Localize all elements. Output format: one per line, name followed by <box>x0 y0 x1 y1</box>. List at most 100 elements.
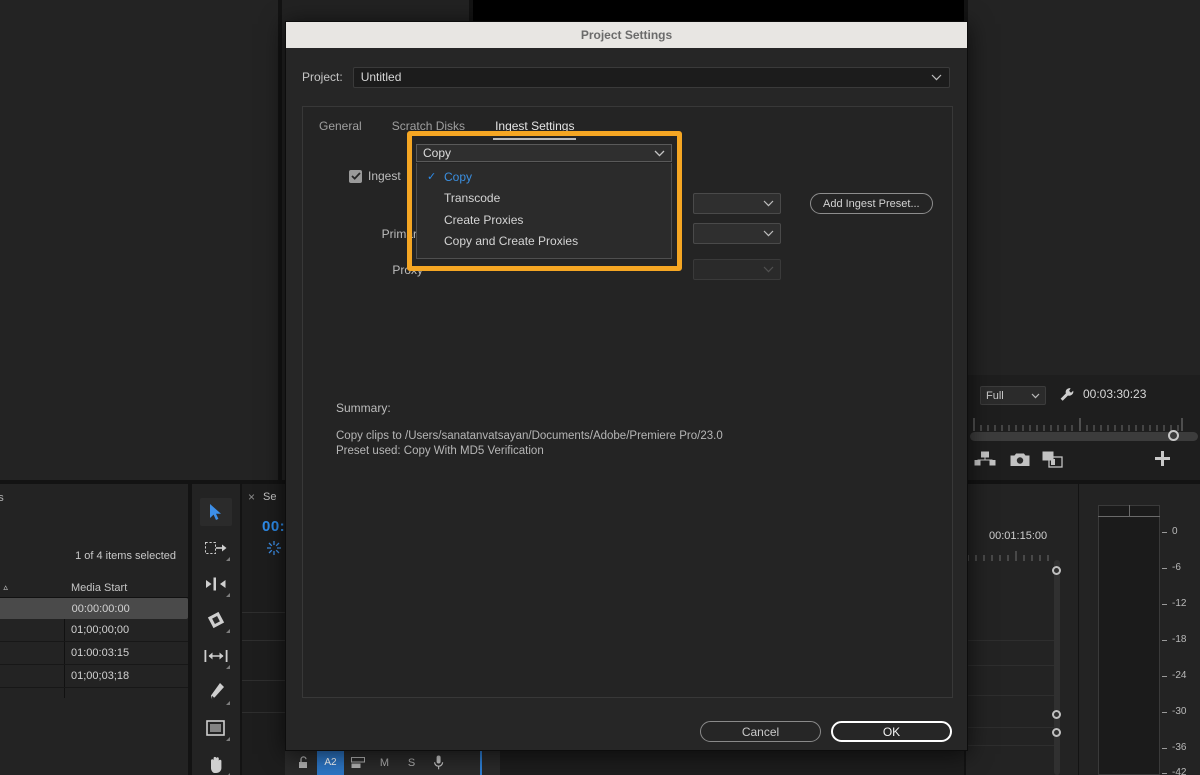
playback-resolution-dropdown[interactable]: Full <box>980 386 1046 405</box>
cell-media-start: 01;00;03;18 <box>71 670 130 682</box>
hand-tool[interactable] <box>200 750 232 775</box>
rolling-edit-tool[interactable] <box>200 606 232 634</box>
bin-table: e Rate ▵ Media Start fps 00:00:00:00 0 H… <box>0 578 188 688</box>
ingest-type-dropdown-trigger[interactable]: Copy <box>416 144 672 162</box>
source-monitor-ruler[interactable] <box>970 418 1198 432</box>
chevron-down-icon <box>763 266 774 273</box>
dialog-title-bar[interactable]: Project Settings <box>286 22 967 48</box>
meter-label: -24 <box>1172 670 1187 681</box>
timeline-right-ruler[interactable] <box>966 548 1076 561</box>
bin-tab-label[interactable]: ries <box>0 492 4 504</box>
track-divider <box>966 640 1056 641</box>
track-divider <box>966 745 1056 746</box>
summary-heading: Summary: <box>336 401 391 415</box>
lock-track-icon[interactable] <box>290 750 317 775</box>
page-title: Project Settings <box>580 28 673 42</box>
audio-track-header: A2 M S <box>290 750 452 775</box>
dropdown-option-transcode[interactable]: Transcode <box>417 188 671 210</box>
export-frame-icon[interactable] <box>974 451 996 473</box>
source-duration-timecode[interactable]: 00:03:30:23 <box>1083 387 1146 401</box>
proxy-destination-dropdown[interactable] <box>693 259 781 280</box>
meter-label: -36 <box>1172 742 1187 753</box>
meter-label: -6 <box>1172 562 1181 573</box>
timeline-vertical-scrollbar[interactable] <box>1054 560 1060 775</box>
dropdown-option-copy-and-create-proxies[interactable]: Copy and Create Proxies <box>417 231 671 253</box>
dropdown-option-label: Copy <box>444 169 473 184</box>
summary-text: Copy clips to /Users/sanatanvatsayan/Doc… <box>336 429 723 459</box>
bin-column-header-rate[interactable]: e Rate ▵ <box>0 582 65 594</box>
ingest-checkbox[interactable] <box>349 169 362 183</box>
track-select-forward-tool[interactable] <box>200 534 232 562</box>
meter-label: -18 <box>1172 634 1187 645</box>
project-dropdown[interactable]: Untitled <box>352 66 950 88</box>
audio-meter-scale: 0 -6 -12 -18 -24 -30 -36 -42 <box>1162 505 1200 775</box>
selection-tool[interactable] <box>200 498 232 526</box>
dialog-button-row: Cancel OK <box>286 721 969 742</box>
tabs-bar: General Scratch Disks Ingest Settings <box>303 107 952 140</box>
ingest-checkbox-row[interactable]: Ingest <box>349 169 401 183</box>
tab-general[interactable]: General <box>319 119 362 140</box>
scrollbar-handle-mid[interactable] <box>1052 710 1061 719</box>
summary-line-1: Copy clips to /Users/sanatanvatsayan/Doc… <box>336 430 723 442</box>
table-row[interactable]: 0 Hz 01;00;00;00 <box>0 619 188 642</box>
cell-rate: 0 Hz <box>0 647 65 659</box>
cell-rate: fps <box>0 603 66 615</box>
bin-selection-status: 1 of 4 items selected <box>75 550 176 562</box>
bin-table-header: e Rate ▵ Media Start <box>0 578 188 598</box>
chevron-down-icon <box>654 150 665 157</box>
tab-scratch-disks[interactable]: Scratch Disks <box>392 119 465 140</box>
audio-meter-bars[interactable] <box>1098 505 1160 775</box>
multi-camera-icon[interactable] <box>1042 451 1063 473</box>
microphone-icon[interactable] <box>425 750 452 775</box>
table-row[interactable]: 0 Hz 01:00:03:15 <box>0 642 188 665</box>
rectangle-tool[interactable] <box>200 714 232 742</box>
meter-label: -42 <box>1172 767 1187 775</box>
zoom-handle-right[interactable] <box>1168 430 1179 441</box>
dropdown-option-label: Copy and Create Proxies <box>444 234 579 249</box>
add-button-icon[interactable] <box>1154 450 1171 472</box>
timeline-ruler-timecode: 00:01:15:00 <box>989 530 1048 542</box>
cancel-button[interactable]: Cancel <box>700 721 821 742</box>
timeline-playhead[interactable] <box>480 748 482 775</box>
checkmark-icon: ✓ <box>427 171 437 184</box>
sort-ascending-icon: ▵ <box>3 582 8 592</box>
dropdown-option-copy[interactable]: ✓ Copy <box>417 166 671 188</box>
settings-wrench-icon[interactable] <box>1059 387 1075 408</box>
ingest-type-selected-value: Copy <box>423 146 452 160</box>
solo-track-button[interactable]: S <box>398 750 425 775</box>
timeline-playhead-timecode[interactable]: 00: <box>262 518 285 535</box>
tab-ingest-settings[interactable]: Ingest Settings <box>493 119 577 140</box>
mute-track-button[interactable]: M <box>371 750 398 775</box>
primary-destination-dropdown[interactable] <box>693 223 781 244</box>
timeline-tab[interactable]: × Se <box>248 490 276 504</box>
target-track-icon[interactable] <box>344 750 371 775</box>
bin-column-header-media-start[interactable]: Media Start <box>65 582 188 594</box>
source-monitor-zoom-scrollbar[interactable] <box>970 432 1198 441</box>
add-ingest-preset-button[interactable]: Add Ingest Preset... <box>810 193 933 214</box>
dropdown-option-create-proxies[interactable]: Create Proxies <box>417 209 671 231</box>
program-monitor-panel <box>966 0 1200 375</box>
track-divider <box>966 727 1056 728</box>
timeline-sequence-name: Se <box>263 491 277 503</box>
dropdown-option-label: Transcode <box>444 191 501 206</box>
ingest-preset-dropdown[interactable] <box>693 193 781 214</box>
chevron-down-icon <box>763 230 774 237</box>
scrollbar-handle-bottom[interactable] <box>1052 728 1061 737</box>
slip-tool[interactable] <box>200 642 232 670</box>
panel-divider-left-top[interactable] <box>278 0 282 480</box>
table-row[interactable]: fps 00:00:00:00 <box>0 598 188 619</box>
ripple-edit-tool[interactable] <box>200 570 232 598</box>
ok-button[interactable]: OK <box>831 721 952 742</box>
project-value: Untitled <box>360 70 402 84</box>
table-row[interactable]: 0 Hz 01;00;03;18 <box>0 665 188 688</box>
project-row: Project: Untitled <box>286 60 969 94</box>
track-name-a2[interactable]: A2 <box>317 750 344 775</box>
scrollbar-handle-top[interactable] <box>1052 566 1061 575</box>
close-icon[interactable]: × <box>248 490 255 504</box>
snap-icon[interactable] <box>266 540 282 561</box>
pen-tool[interactable] <box>200 678 232 706</box>
primary-label: Primary <box>381 227 423 241</box>
camera-icon[interactable] <box>1010 452 1030 472</box>
project-label: Project: <box>302 70 343 84</box>
meter-label: -12 <box>1172 598 1187 609</box>
